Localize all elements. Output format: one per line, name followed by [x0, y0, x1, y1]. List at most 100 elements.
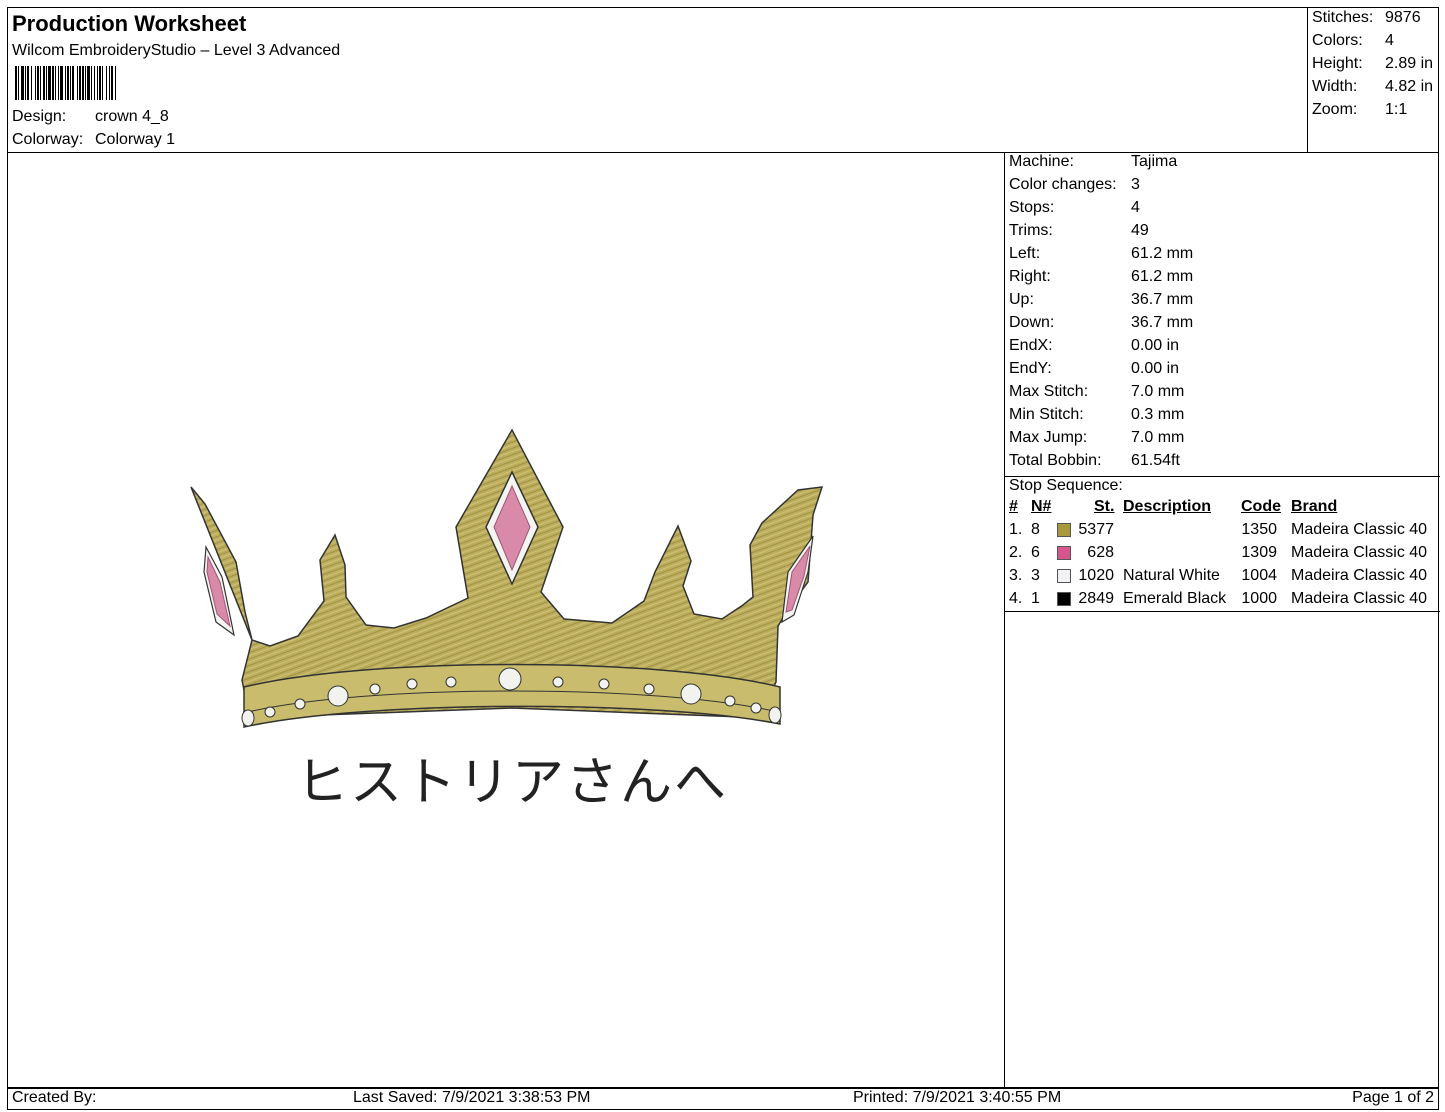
- table-bottom-rule: [1005, 611, 1440, 612]
- cell-stitch: 1020: [1078, 567, 1114, 584]
- cell-description: Natural White: [1123, 567, 1220, 584]
- cell-needle: 6: [1031, 544, 1040, 561]
- info-label: Right:: [1009, 268, 1051, 285]
- info-label: EndX:: [1009, 337, 1053, 354]
- design-label: Design:: [12, 108, 67, 125]
- software-name: Wilcom EmbroideryStudio – Level 3 Advanc…: [12, 42, 341, 59]
- info-value: 61.2 mm: [1131, 245, 1194, 262]
- summary-value: 4: [1385, 32, 1394, 49]
- stop-sequence-row: 1. 8 5377 1350 Madeira Classic 40: [1005, 521, 1440, 544]
- stop-sequence-row: 2. 6 628 1309 Madeira Classic 40: [1005, 544, 1440, 567]
- colorway-label: Colorway:: [12, 131, 84, 148]
- footer: Created By: Last Saved: 7/9/2021 3:38:53…: [7, 1087, 1439, 1110]
- col-brand: Brand: [1291, 498, 1338, 515]
- summary-label: Colors:: [1312, 32, 1363, 49]
- design-preview: ヒストリアさんへ: [190, 428, 824, 813]
- thread-color-swatch: [1057, 523, 1071, 537]
- last-saved: Last Saved: 7/9/2021 3:38:53 PM: [353, 1089, 591, 1106]
- cell-code: 1004: [1241, 567, 1277, 584]
- cell-stitch: 628: [1087, 544, 1114, 561]
- info-label: Min Stitch:: [1009, 406, 1084, 423]
- cell-description: Emerald Black: [1123, 590, 1227, 607]
- machine-panel: Machine: Tajima Color changes: 3 Stops: 4 Trim…: [1005, 152, 1440, 1088]
- stop-sequence-label: Stop Sequence:: [1009, 477, 1123, 494]
- info-label: Max Stitch:: [1009, 383, 1089, 400]
- info-value: 7.0 mm: [1131, 429, 1185, 446]
- printed-date: Printed: 7/9/2021 3:40:55 PM: [853, 1089, 1062, 1106]
- cell-num: 2.: [1009, 544, 1023, 561]
- design-value: crown 4_8: [95, 108, 169, 125]
- info-label: Up:: [1009, 291, 1034, 308]
- info-label: Stops:: [1009, 199, 1055, 216]
- info-label: Max Jump:: [1009, 429, 1088, 446]
- cell-stitch: 2849: [1078, 590, 1114, 607]
- design-text: ヒストリアさんへ: [296, 753, 728, 813]
- design-row: Design: crown 4_8: [12, 108, 169, 126]
- summary-value: 1:1: [1385, 101, 1408, 118]
- page-number: Page 1 of 2: [1352, 1089, 1434, 1106]
- info-value: 7.0 mm: [1131, 383, 1185, 400]
- cell-num: 4.: [1009, 590, 1023, 607]
- cell-brand: Madeira Classic 40: [1291, 544, 1428, 561]
- created-by: Created By:: [12, 1089, 97, 1106]
- info-label: Trims:: [1009, 222, 1053, 239]
- info-label: Left:: [1009, 245, 1041, 262]
- summary-colors: Colors: 4: [1312, 32, 1394, 50]
- colorway-value: Colorway 1: [95, 131, 176, 148]
- info-label: Color changes:: [1009, 176, 1117, 193]
- cell-needle: 1: [1031, 590, 1040, 607]
- col-num: #: [1009, 498, 1018, 515]
- info-label: Down:: [1009, 314, 1055, 331]
- crown-graphic: [190, 428, 824, 728]
- thread-color-swatch: [1057, 592, 1071, 606]
- info-value: 4: [1131, 199, 1140, 216]
- info-value: 36.7 mm: [1131, 314, 1194, 331]
- info-value: 61.2 mm: [1131, 268, 1194, 285]
- page-title: Production Worksheet: [12, 11, 247, 36]
- summary-label: Zoom:: [1312, 101, 1358, 118]
- summary-panel: Stitches: 9876 Colors: 4 Height: 2.89 in Wi…: [1307, 8, 1440, 152]
- info-value: 0.3 mm: [1131, 406, 1185, 423]
- cell-needle: 8: [1031, 521, 1040, 538]
- summary-zoom: Zoom: 1:1: [1312, 101, 1407, 119]
- summary-stitches: Stitches: 9876: [1312, 9, 1421, 27]
- cell-code: 1350: [1241, 521, 1277, 538]
- cell-stitch: 5377: [1078, 521, 1114, 538]
- cell-num: 1.: [1009, 521, 1023, 538]
- info-value: 0.00 in: [1131, 360, 1180, 377]
- info-value: 61.54ft: [1131, 452, 1180, 469]
- info-value: 0.00 in: [1131, 337, 1180, 354]
- barcode: [15, 66, 219, 100]
- col-code: Code: [1241, 498, 1281, 515]
- summary-width: Width: 4.82 in: [1312, 78, 1433, 96]
- info-value: 36.7 mm: [1131, 291, 1194, 308]
- col-needle: N#: [1031, 498, 1052, 515]
- cell-needle: 3: [1031, 567, 1040, 584]
- summary-value: 9876: [1385, 9, 1421, 26]
- col-description: Description: [1123, 498, 1212, 515]
- info-value: 3: [1131, 176, 1140, 193]
- thread-color-swatch: [1057, 569, 1071, 583]
- info-value: 49: [1131, 222, 1149, 239]
- summary-value: 4.82 in: [1385, 78, 1434, 95]
- summary-label: Width:: [1312, 78, 1358, 95]
- summary-label: Height:: [1312, 55, 1363, 72]
- cell-brand: Madeira Classic 40: [1291, 521, 1428, 538]
- info-label: EndY:: [1009, 360, 1052, 377]
- header: Production Worksheet Wilcom EmbroiderySt…: [7, 7, 1439, 153]
- thread-color-swatch: [1057, 546, 1071, 560]
- info-label: Total Bobbin:: [1009, 452, 1102, 469]
- cell-code: 1000: [1241, 590, 1277, 607]
- colorway-row: Colorway: Colorway 1: [12, 131, 175, 149]
- info-value: Tajima: [1131, 153, 1178, 170]
- stop-sequence-row: 4. 1 2849 Emerald Black 1000 Madeira Classic …: [1005, 590, 1440, 613]
- summary-label: Stitches:: [1312, 9, 1374, 26]
- main-area: ヒストリアさんへ Machine: Tajima Color changes: 3 St…: [7, 152, 1440, 1089]
- info-label: Machine:: [1009, 153, 1074, 170]
- summary-height: Height: 2.89 in: [1312, 55, 1433, 73]
- cell-brand: Madeira Classic 40: [1291, 567, 1428, 584]
- barcode-bar: [116, 66, 117, 100]
- col-stitch: St.: [1094, 498, 1115, 515]
- cell-brand: Madeira Classic 40: [1291, 590, 1428, 607]
- summary-value: 2.89 in: [1385, 55, 1434, 72]
